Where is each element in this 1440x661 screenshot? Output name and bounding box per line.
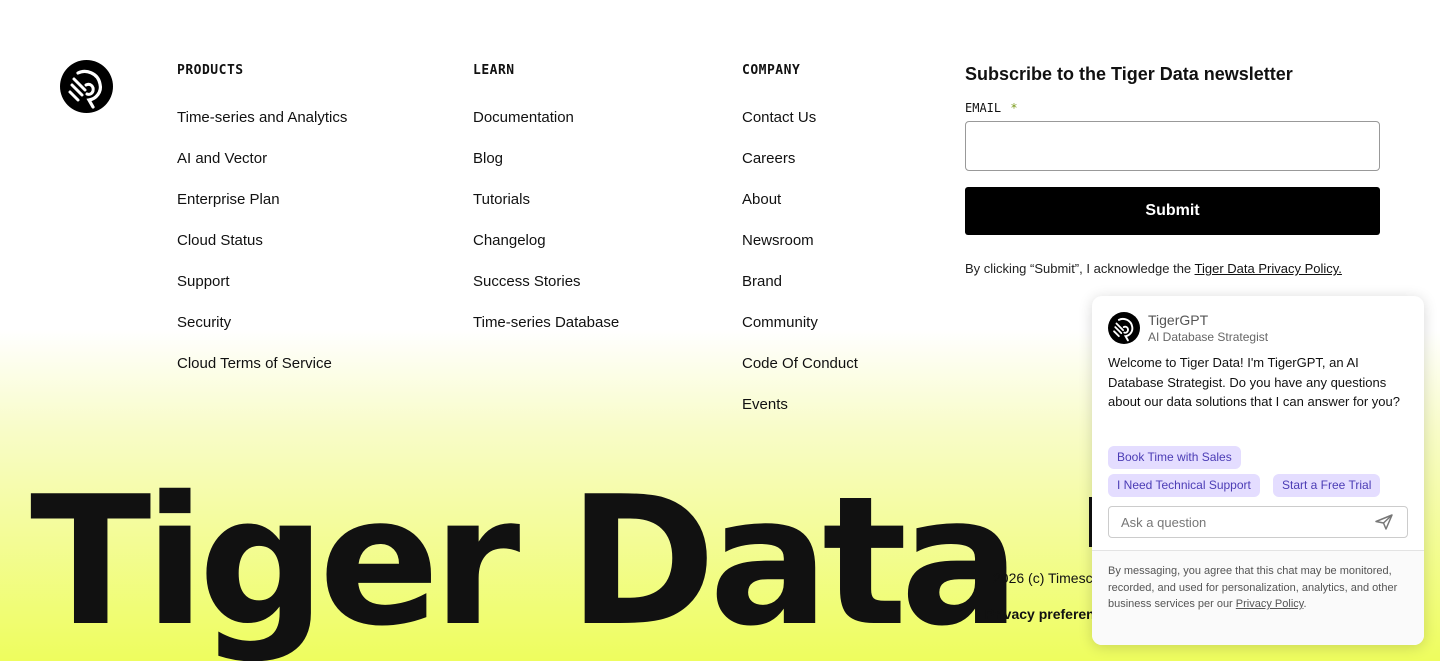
email-label-text: EMAIL [965, 101, 1002, 115]
footer-link[interactable]: Success Stories [473, 272, 619, 313]
footer-link[interactable]: Code Of Conduct [742, 354, 858, 395]
footer-link[interactable]: Blog [473, 149, 619, 190]
tiger-logo-icon[interactable] [60, 60, 113, 113]
footer-link[interactable]: Community [742, 313, 858, 354]
footer-link[interactable]: Time-series and Analytics [177, 108, 347, 149]
copyright-text: 2026 (c) Timesc [993, 570, 1093, 586]
chip-start-free-trial[interactable]: Start a Free Trial [1273, 474, 1381, 497]
chat-disclaimer: By messaging, you agree that this chat m… [1108, 563, 1410, 613]
footer-link[interactable]: Cloud Terms of Service [177, 354, 347, 395]
newsletter-title: Subscribe to the Tiger Data newsletter [965, 64, 1293, 84]
footer-column-learn: LEARN Documentation Blog Tutorials Chang… [473, 62, 619, 354]
column-title: LEARN [473, 63, 515, 78]
email-label: EMAIL * [965, 100, 1380, 116]
chat-welcome-message: Welcome to Tiger Data! I'm TigerGPT, an … [1108, 355, 1400, 409]
footer-link[interactable]: Changelog [473, 231, 619, 272]
chat-bot-role: AI Database Strategist [1148, 330, 1269, 344]
consent-label: By clicking “Submit”, I acknowledge the [965, 261, 1192, 276]
footer-link[interactable]: Support [177, 272, 347, 313]
consent-text: By clicking “Submit”, I acknowledge the … [965, 261, 1380, 276]
footer-link[interactable]: Tutorials [473, 190, 619, 231]
chat-bot-name: TigerGPT [1148, 312, 1209, 328]
footer-link[interactable]: Security [177, 313, 347, 354]
submit-button[interactable]: Submit [965, 187, 1380, 235]
column-title: PRODUCTS [177, 63, 244, 78]
column-title: COMPANY [742, 63, 801, 78]
chat-widget: TigerGPT AI Database Strategist Welcome … [1092, 296, 1424, 645]
chat-input-box [1108, 506, 1408, 538]
tiger-logo-icon [1108, 312, 1140, 344]
chat-footer: By messaging, you agree that this chat m… [1092, 551, 1424, 645]
disclaimer-end: . [1303, 598, 1307, 610]
footer-link[interactable]: Documentation [473, 108, 619, 149]
footer-column-company: COMPANY Contact Us Careers About Newsroo… [742, 62, 858, 436]
privacy-policy-link[interactable]: Tiger Data Privacy Policy. [1195, 261, 1342, 276]
footer-link[interactable]: AI and Vector [177, 149, 347, 190]
newsletter-form: Subscribe to the Tiger Data newsletter E… [965, 62, 1380, 276]
chip-technical-support[interactable]: I Need Technical Support [1108, 474, 1260, 497]
footer-link[interactable]: Cloud Status [177, 231, 347, 272]
footer-link[interactable]: Time-series Database [473, 313, 619, 354]
chat-input[interactable] [1109, 507, 1359, 537]
chat-privacy-policy-link[interactable]: Privacy Policy [1236, 598, 1304, 610]
footer-link[interactable]: Enterprise Plan [177, 190, 347, 231]
footer-link[interactable]: Contact Us [742, 108, 858, 149]
chip-book-time-with-sales[interactable]: Book Time with Sales [1108, 446, 1241, 469]
send-icon[interactable] [1375, 514, 1393, 530]
footer-link[interactable]: Brand [742, 272, 858, 313]
footer-link[interactable]: Events [742, 395, 858, 436]
privacy-preferences-link[interactable]: Privacy preferen [985, 606, 1095, 622]
footer-link[interactable]: Careers [742, 149, 858, 190]
footer-link[interactable]: Newsroom [742, 231, 858, 272]
email-input[interactable] [965, 121, 1380, 171]
brand-wordmark: Tiger Data [30, 458, 1020, 661]
footer-column-products: PRODUCTS Time-series and Analytics AI an… [177, 62, 347, 395]
required-mark: * [1010, 101, 1018, 115]
footer-link[interactable]: About [742, 190, 858, 231]
